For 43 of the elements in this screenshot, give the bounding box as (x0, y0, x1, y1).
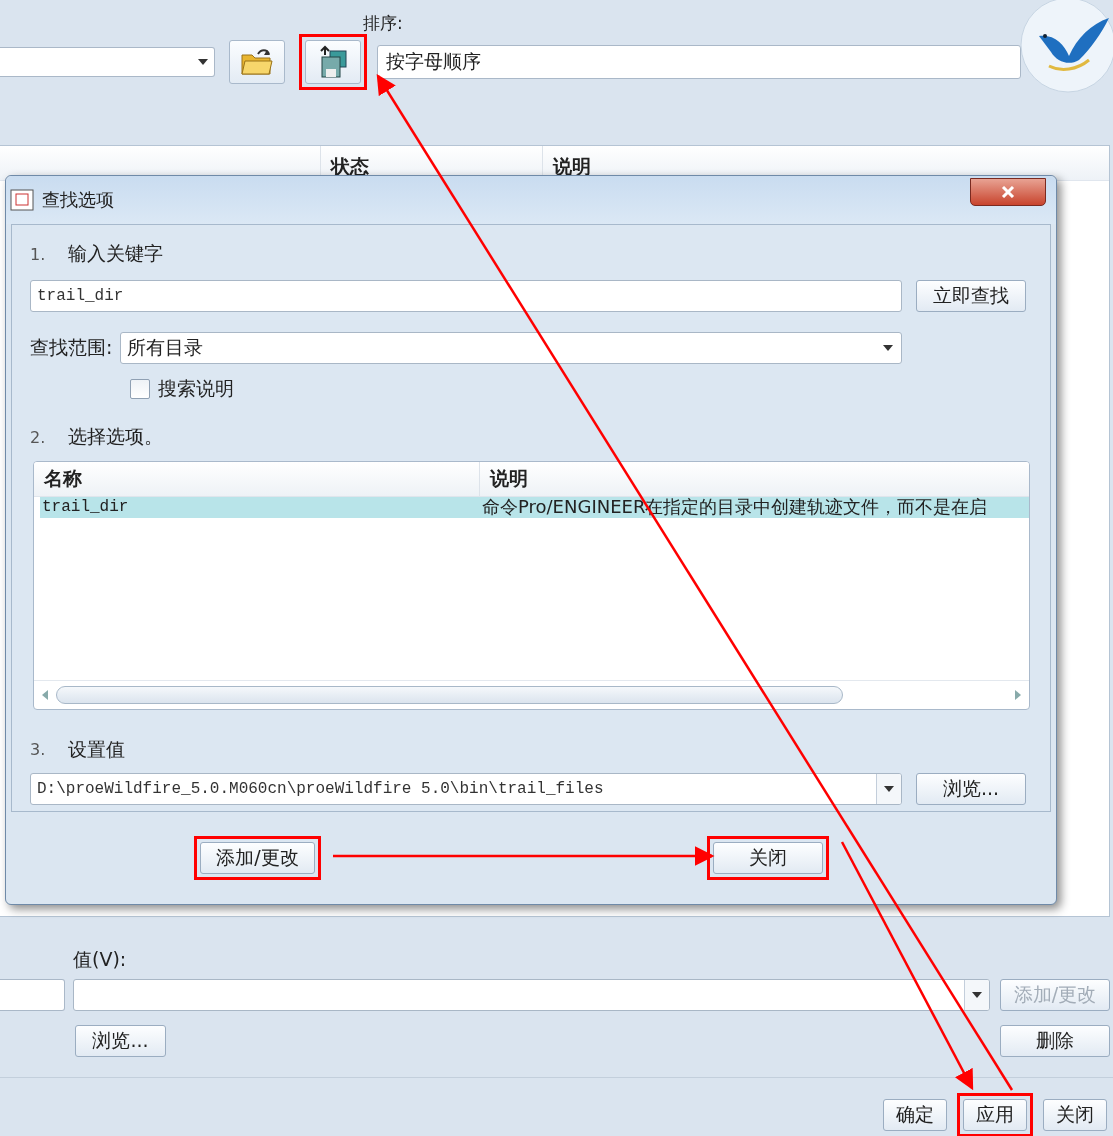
step-number: 1. (30, 244, 47, 264)
value-field[interactable] (73, 979, 990, 1011)
browse-button[interactable]: 浏览... (75, 1025, 166, 1057)
folder-icon (240, 47, 274, 77)
scope-dropdown[interactable]: 所有目录 (120, 331, 902, 364)
browse-button[interactable]: 浏览... (916, 773, 1026, 805)
dropdown-caret-icon (198, 59, 208, 65)
search-now-button[interactable]: 立即查找 (916, 279, 1026, 312)
text-field[interactable] (0, 979, 65, 1011)
column-header[interactable]: 名称 (34, 461, 479, 496)
dropdown-field[interactable] (0, 47, 215, 77)
scope-label: 查找范围: (30, 334, 113, 360)
scroll-left-icon (42, 690, 48, 701)
sort-field[interactable]: 按字母顺序 (377, 45, 1021, 79)
table-cell-text: trail_dir (41, 498, 130, 517)
keyword-field[interactable]: trail_dir (30, 279, 902, 312)
open-button[interactable] (229, 40, 285, 84)
step-label: 选择选项。 (68, 424, 163, 450)
dialog-button[interactable]: 关闭 (1043, 1099, 1107, 1131)
step-label: 输入关键字 (68, 241, 163, 267)
value-label: 值(V): (73, 947, 128, 972)
step-label: 设置值 (68, 736, 125, 762)
dropdown-caret-icon (883, 344, 893, 351)
setting-value-field[interactable]: D:\proeWildfire_5.0.M060cn\proeWildfire 5.0\bin\trail_files (30, 773, 902, 805)
dialog-button[interactable]: 关闭 (713, 842, 823, 874)
scroll-right-icon (1015, 690, 1021, 701)
save-button[interactable] (305, 40, 361, 84)
close-button[interactable] (970, 178, 1046, 206)
window-icon (10, 189, 34, 211)
step-number: 2. (30, 427, 47, 447)
step-number: 3. (30, 740, 47, 760)
dialog-title: 查找选项 (42, 188, 115, 212)
checkbox[interactable] (130, 378, 150, 399)
dialog-button[interactable]: 确定 (883, 1099, 947, 1131)
dropdown-caret-icon (884, 786, 894, 792)
dialog-button[interactable]: 添加/更改 (200, 842, 315, 874)
dialog-button[interactable]: 应用 (963, 1099, 1027, 1131)
delete-button[interactable]: 删除 (1000, 1025, 1110, 1057)
dropdown-caret-icon (972, 992, 982, 998)
sort-label: 排序: (363, 12, 404, 35)
close-icon (1001, 186, 1015, 198)
checkbox-label: 搜索说明 (158, 375, 234, 401)
column-header[interactable]: 说明 (479, 461, 1019, 496)
